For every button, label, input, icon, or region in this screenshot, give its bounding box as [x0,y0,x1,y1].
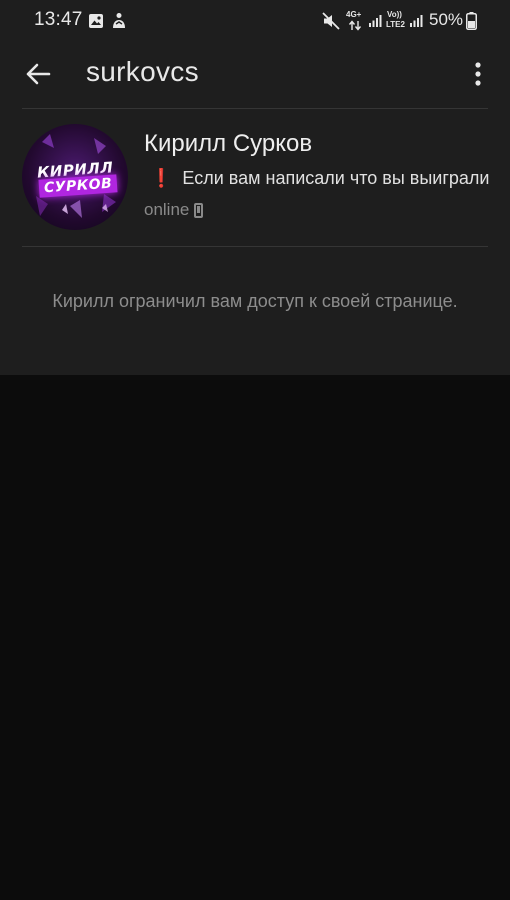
battery-percent: 50% [429,10,464,29]
back-button[interactable] [16,52,60,96]
battery-icon [466,12,477,30]
back-arrow-icon [26,63,51,85]
signal-icon [369,15,382,27]
network-arrows-icon [348,20,362,31]
volte-label: Vo)) [387,10,402,19]
status-time: 13:47 [34,9,83,30]
image-icon [89,14,103,28]
more-vert-icon [475,62,481,86]
profile-name: Кирилл Сурков [144,130,313,157]
divider-top [22,108,488,109]
signal-icon-2 [410,15,423,27]
online-text: online [144,200,190,219]
app-bar: surkovcs [0,44,510,104]
divider-bottom [22,246,488,247]
empty-content-area [0,375,510,900]
exclamation-icon: ❗ [150,168,173,188]
network-type: 4G+ [345,10,365,32]
profile-status[interactable]: ❗ Если вам написали что вы выиграли [150,168,495,189]
notification-app-icon [113,13,125,28]
profile-header: КИРИЛЛ СУРКОВ Кирилл Сурков ❗ Если вам на… [0,110,510,246]
online-indicator: online [144,200,204,220]
mobile-phone-icon [194,202,204,218]
profile-status-text: Если вам написали что вы выиграли [182,168,490,188]
avatar[interactable]: КИРИЛЛ СУРКОВ [22,124,128,230]
volte-indicator: Vo)) LTE2 [386,10,408,32]
network-4g-label: 4G+ [346,10,362,19]
mute-icon [322,12,340,30]
restricted-access-message: Кирилл ограничил вам доступ к своей стра… [52,291,458,311]
page-title: surkovcs [86,56,199,87]
more-options-button[interactable] [458,52,498,96]
lte2-label: LTE2 [386,20,405,29]
status-bar: 13:47 4G+ Vo)) LTE2 50% [0,0,510,44]
profile-panel: 13:47 4G+ Vo)) LTE2 50% surkovcs КИРИЛЛ … [0,0,510,375]
